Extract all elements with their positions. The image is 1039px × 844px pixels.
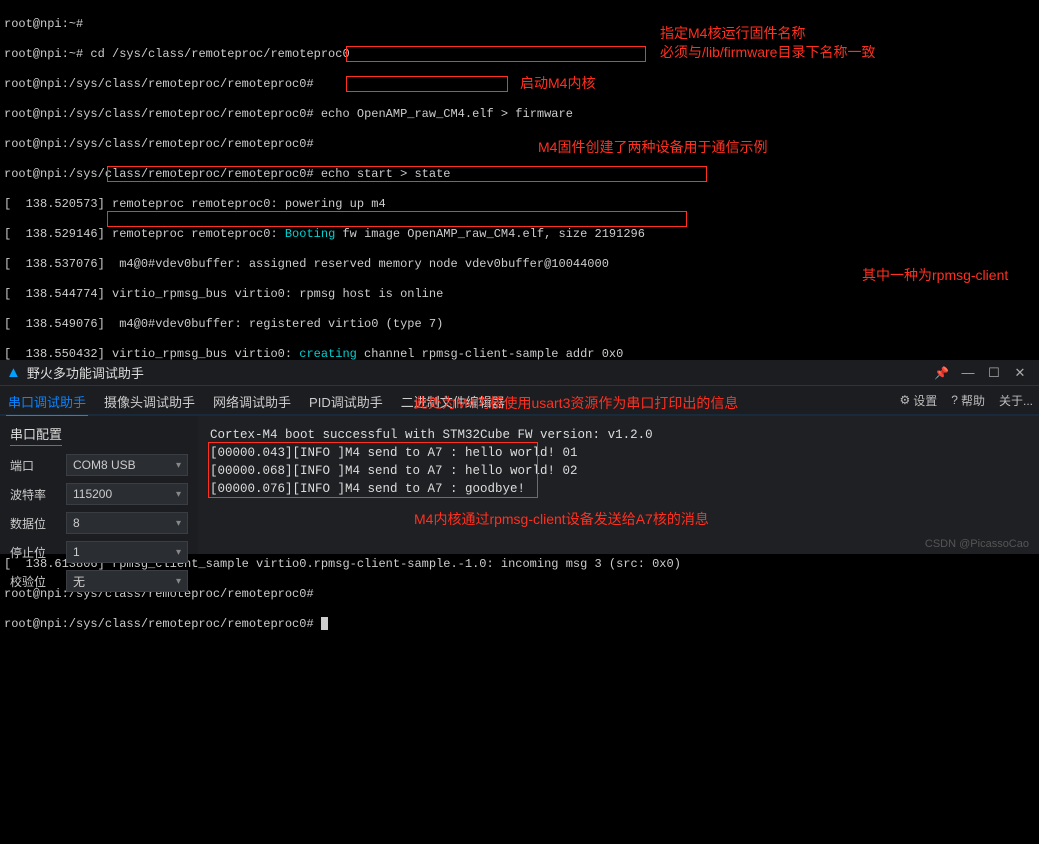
serial-output[interactable]: Cortex-M4 boot successful with STM32Cube… (198, 416, 1039, 554)
debug-app-window: ▲ 野火多功能调试助手 📌 — ☐ ✕ 串口调试助手 摄像头调试助手 网络调试助… (0, 360, 1039, 554)
prompt: root@npi:/sys/class/remoteproc/remotepro… (4, 617, 321, 631)
chevron-down-icon: ▾ (176, 489, 181, 500)
tab-camera[interactable]: 摄像头调试助手 (102, 386, 197, 415)
output-line: [00000.076][INFO ]M4 send to A7 : goodby… (210, 480, 1027, 498)
stopbits-label: 停止位 (10, 544, 56, 561)
maximize-button[interactable]: ☐ (981, 365, 1007, 381)
tab-serial[interactable]: 串口调试助手 (6, 386, 88, 417)
cursor (321, 617, 328, 630)
app-title: 野火多功能调试助手 (27, 363, 934, 382)
port-label: 端口 (10, 457, 56, 474)
prompt: root@npi:/sys/class/remoteproc/remotepro… (4, 107, 321, 121)
settings-button[interactable]: ⚙设置 (900, 392, 938, 409)
tab-network[interactable]: 网络调试助手 (211, 386, 293, 415)
annotation: M4内核通过rpmsg-client设备发送给A7核的消息 (414, 510, 709, 528)
chevron-down-icon: ▾ (176, 460, 181, 471)
parity-label: 校验位 (10, 573, 56, 590)
annotation: M4固件创建了两种设备用于通信示例 (538, 140, 767, 155)
prompt: root@npi:~# (4, 17, 90, 31)
baud-select[interactable]: 115200▾ (66, 483, 188, 505)
output-line: [00000.068][INFO ]M4 send to A7 : hello … (210, 462, 1027, 480)
cmd: echo start > state (321, 167, 451, 181)
help-icon: ? (951, 393, 958, 407)
annotation: 必须与/lib/firmware目录下名称一致 (660, 45, 875, 60)
chevron-down-icon: ▾ (176, 518, 181, 529)
watermark: CSDN @PicassoCao (925, 538, 1029, 550)
log-line: [ 138.520573] remoteproc remoteproc0: po… (4, 197, 1035, 212)
databits-label: 数据位 (10, 515, 56, 532)
annotation: 指定M4核运行固件名称 (660, 26, 805, 41)
log-line: [ 138.544774] virtio_rpmsg_bus virtio0: … (4, 287, 1035, 302)
gear-icon: ⚙ (900, 393, 911, 407)
close-button[interactable]: ✕ (1007, 365, 1033, 381)
config-title: 串口配置 (10, 424, 62, 446)
prompt: root@npi:/sys/class/remoteproc/remotepro… (4, 137, 321, 151)
prompt: root@npi:/sys/class/remoteproc/remotepro… (4, 77, 321, 91)
chevron-down-icon: ▾ (176, 576, 181, 587)
app-icon: ▲ (6, 364, 21, 381)
titlebar[interactable]: ▲ 野火多功能调试助手 📌 — ☐ ✕ (0, 360, 1039, 386)
tab-pid[interactable]: PID调试助手 (307, 386, 385, 415)
about-button[interactable]: 关于... (999, 392, 1033, 409)
cmd: cd /sys/class/remoteproc/remoteproc0 (90, 47, 349, 61)
log-line: [ 138.529146] remoteproc remoteproc0: Bo… (4, 227, 1035, 242)
port-select[interactable]: COM8 USB▾ (66, 454, 188, 476)
cmd: echo OpenAMP_raw_CM4.elf > firmware (321, 107, 573, 121)
chevron-down-icon: ▾ (176, 547, 181, 558)
highlight-box (107, 211, 687, 227)
parity-select[interactable]: 无▾ (66, 570, 188, 592)
annotation: 启动M4内核 (520, 76, 595, 91)
log-line: [ 138.549076] m4@0#vdev0buffer: register… (4, 317, 1035, 332)
prompt: root@npi:/sys/class/remoteproc/remotepro… (4, 167, 321, 181)
annotation: 此处为M4内核使用usart3资源作为串口打印出的信息 (414, 394, 738, 412)
prompt: root@npi:~# (4, 47, 90, 61)
stopbits-select[interactable]: 1▾ (66, 541, 188, 563)
baud-label: 波特率 (10, 486, 56, 503)
annotation: 其中一种为rpmsg-client (862, 268, 1008, 283)
output-line: Cortex-M4 boot successful with STM32Cube… (210, 426, 1027, 444)
databits-select[interactable]: 8▾ (66, 512, 188, 534)
minimize-button[interactable]: — (955, 365, 981, 380)
serial-config-panel: 串口配置 端口 COM8 USB▾ 波特率 115200▾ 数据位 8▾ 停止位… (0, 416, 198, 554)
output-line: [00000.043][INFO ]M4 send to A7 : hello … (210, 444, 1027, 462)
pin-icon[interactable]: 📌 (934, 366, 949, 380)
help-button[interactable]: ?帮助 (951, 392, 985, 409)
